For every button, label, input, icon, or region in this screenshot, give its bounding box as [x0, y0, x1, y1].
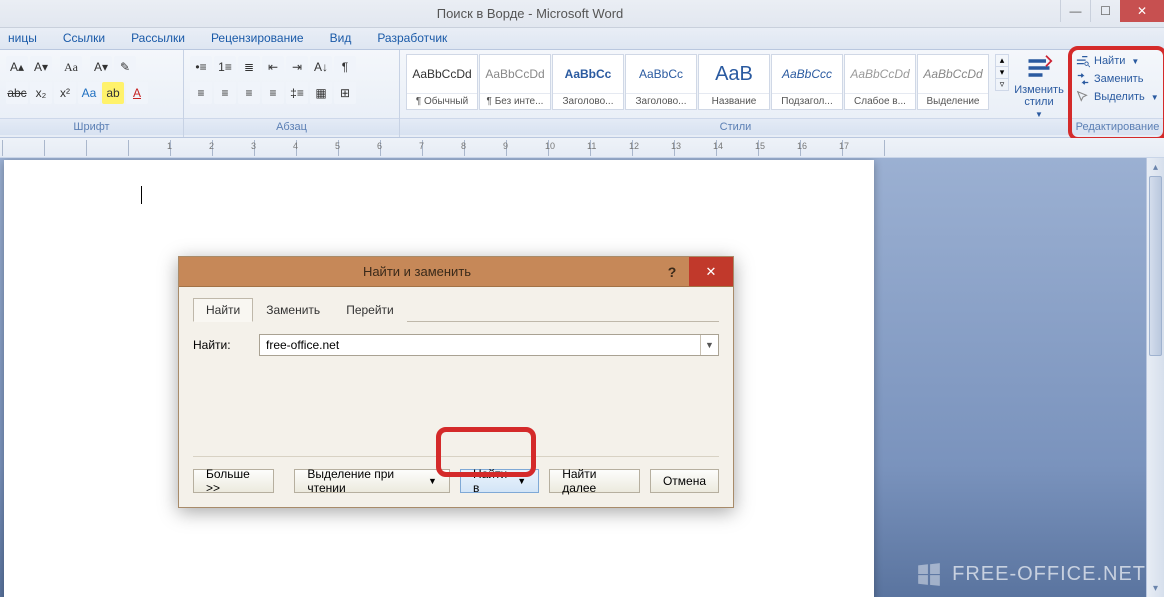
- tab-view[interactable]: Вид: [326, 28, 356, 49]
- clear-format-button[interactable]: Aa: [60, 56, 82, 78]
- change-case-button[interactable]: A▾: [90, 56, 112, 78]
- strike-button[interactable]: abc: [6, 82, 28, 104]
- find-dropdown-button[interactable]: ▼: [700, 335, 718, 355]
- dialog-tab-find[interactable]: Найти: [193, 298, 253, 322]
- dialog-tabs: Найти Заменить Перейти: [193, 297, 719, 322]
- align-right-button[interactable]: ≡: [238, 82, 260, 104]
- tab-mailings[interactable]: Рассылки: [127, 28, 189, 49]
- multilevel-button[interactable]: ≣: [238, 56, 260, 78]
- align-left-button[interactable]: ≡: [190, 82, 212, 104]
- style-item[interactable]: AaBbCcDdСлабое в...: [844, 54, 916, 110]
- format-painter-button[interactable]: ✎: [114, 56, 136, 78]
- group-styles-label: Стили: [400, 118, 1071, 135]
- bullets-button[interactable]: •≡: [190, 56, 212, 78]
- vertical-scrollbar[interactable]: ▴ ▾: [1146, 158, 1164, 597]
- dialog-help-button[interactable]: ?: [655, 257, 689, 286]
- text-effects-button[interactable]: Aa: [78, 82, 100, 104]
- close-button[interactable]: ✕: [1120, 0, 1164, 22]
- tab-pages[interactable]: ницы: [4, 28, 41, 49]
- tab-review[interactable]: Рецензирование: [207, 28, 308, 49]
- styles-scroll-up[interactable]: ▴: [996, 55, 1008, 66]
- tab-developer[interactable]: Разработчик: [373, 28, 451, 49]
- align-center-button[interactable]: ≡: [214, 82, 236, 104]
- group-editing-label: Редактирование: [1072, 118, 1163, 135]
- find-in-button[interactable]: Найти в▼: [460, 469, 539, 493]
- find-label: Найти:: [193, 338, 247, 352]
- increase-indent-button[interactable]: ⇥: [286, 56, 308, 78]
- reading-highlight-button[interactable]: Выделение при чтении▼: [294, 469, 450, 493]
- style-item[interactable]: AaBbCcЗаголово...: [625, 54, 697, 110]
- change-styles-button[interactable]: Изменить стили ▼: [1015, 54, 1063, 120]
- more-button[interactable]: Больше >>: [193, 469, 274, 493]
- watermark: FREE-OFFICE.NET: [916, 561, 1146, 587]
- style-item[interactable]: AaBbCcDdВыделение: [917, 54, 989, 110]
- line-spacing-button[interactable]: ‡≡: [286, 82, 308, 104]
- style-item[interactable]: AaBbCcDd¶ Без инте...: [479, 54, 551, 110]
- cancel-button[interactable]: Отмена: [650, 469, 719, 493]
- scroll-up-button[interactable]: ▴: [1147, 158, 1164, 176]
- group-paragraph-label: Абзац: [184, 118, 399, 135]
- dialog-titlebar[interactable]: Найти и заменить ? ✕: [179, 257, 733, 287]
- dialog-title: Найти и заменить: [179, 264, 655, 279]
- style-item[interactable]: AaBbCcDd¶ Обычный: [406, 54, 478, 110]
- styles-expand[interactable]: ▿: [996, 78, 1008, 90]
- styles-gallery[interactable]: AaBbCcDd¶ ОбычныйAaBbCcDd¶ Без инте...Aa…: [406, 54, 989, 110]
- replace-button[interactable]: Заменить: [1076, 72, 1159, 86]
- tab-links[interactable]: Ссылки: [59, 28, 109, 49]
- find-input[interactable]: [260, 335, 700, 355]
- scroll-thumb[interactable]: [1149, 176, 1162, 356]
- scroll-down-button[interactable]: ▾: [1147, 579, 1164, 597]
- superscript-button[interactable]: x²: [54, 82, 76, 104]
- decrease-indent-button[interactable]: ⇤: [262, 56, 284, 78]
- dialog-close-button[interactable]: ✕: [689, 257, 733, 286]
- shrink-font-button[interactable]: A▾: [30, 56, 52, 78]
- borders-button[interactable]: ⊞: [334, 82, 356, 104]
- minimize-button[interactable]: —: [1060, 0, 1090, 22]
- sort-button[interactable]: A↓: [310, 56, 332, 78]
- select-button[interactable]: Выделить▼: [1076, 90, 1159, 104]
- styles-scroll-down[interactable]: ▾: [996, 66, 1008, 78]
- style-item[interactable]: AaBbCcсПодзагол...: [771, 54, 843, 110]
- style-item[interactable]: AaBbCcЗаголово...: [552, 54, 624, 110]
- windows-logo-icon: [916, 561, 942, 587]
- ribbon-tabs: ницы Ссылки Рассылки Рецензирование Вид …: [0, 28, 1164, 50]
- maximize-button[interactable]: ☐: [1090, 0, 1120, 22]
- style-item[interactable]: AaBНазвание: [698, 54, 770, 110]
- window-title: Поиск в Ворде - Microsoft Word: [0, 6, 1060, 21]
- editing-group: Найти▼ Заменить Выделить▼ Редактирование: [1072, 50, 1164, 137]
- highlight-button[interactable]: ab: [102, 82, 124, 104]
- find-replace-dialog: Найти и заменить ? ✕ Найти Заменить Пере…: [178, 256, 734, 508]
- title-bar: Поиск в Ворде - Microsoft Word — ☐ ✕: [0, 0, 1164, 28]
- numbering-button[interactable]: 1≡: [214, 56, 236, 78]
- dialog-tab-replace[interactable]: Заменить: [253, 298, 333, 322]
- subscript-button[interactable]: x₂: [30, 82, 52, 104]
- justify-button[interactable]: ≡: [262, 82, 284, 104]
- ribbon: A▴ A▾ Aa A▾ ✎ abc x₂ x² Aa ab A Шрифт •≡: [0, 50, 1164, 138]
- text-cursor: [141, 186, 142, 204]
- find-combobox[interactable]: ▼: [259, 334, 719, 356]
- horizontal-ruler[interactable]: 1234567891011121314151617: [0, 138, 1164, 158]
- find-next-button[interactable]: Найти далее: [549, 469, 640, 493]
- show-marks-button[interactable]: ¶: [334, 56, 356, 78]
- dialog-tab-goto[interactable]: Перейти: [333, 298, 407, 322]
- font-color-button[interactable]: A: [126, 82, 148, 104]
- grow-font-button[interactable]: A▴: [6, 56, 28, 78]
- find-button[interactable]: Найти▼: [1076, 54, 1159, 68]
- shading-button[interactable]: ▦: [310, 82, 332, 104]
- group-font-label: Шрифт: [0, 118, 183, 135]
